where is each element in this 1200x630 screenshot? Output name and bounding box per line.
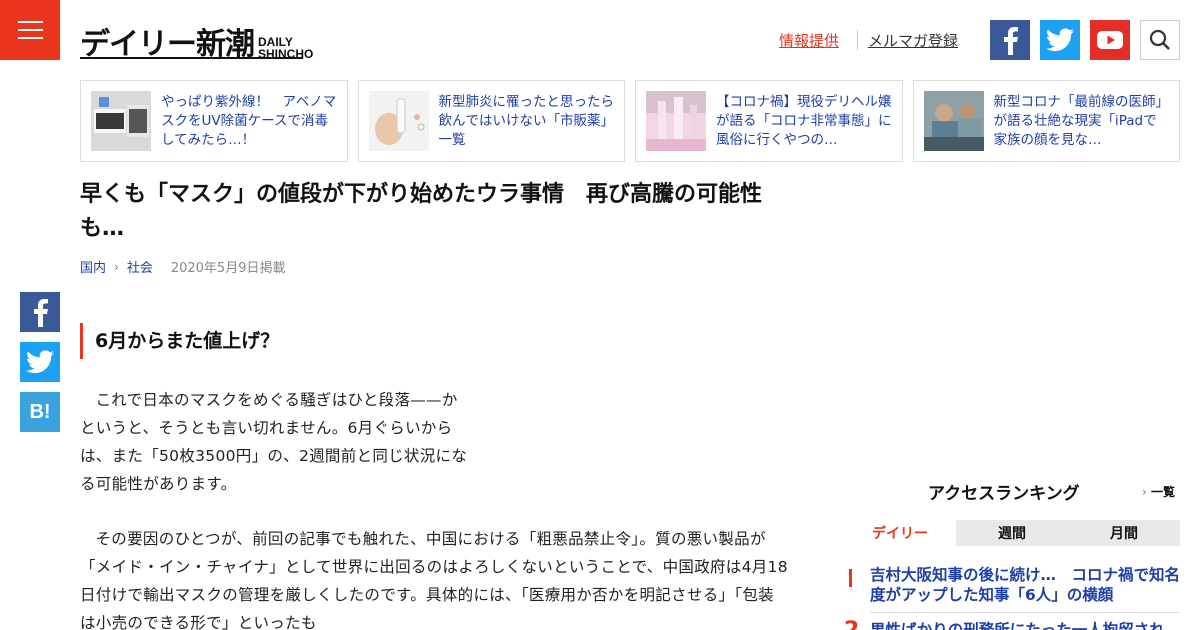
rank-number: 2 bbox=[844, 620, 859, 630]
logo-japanese: デイリー新潮 bbox=[80, 27, 255, 62]
facebook-icon bbox=[34, 299, 48, 327]
tab-daily[interactable]: デイリー bbox=[844, 520, 956, 546]
chevron-right-icon: › bbox=[114, 259, 119, 274]
hamburger-menu-button[interactable] bbox=[0, 0, 60, 60]
article-paragraph: その要因のひとつが、前回の記事でも触れた、中国における「粗悪品禁止令」。質の悪い… bbox=[80, 530, 788, 630]
tab-weekly[interactable]: 週間 bbox=[956, 520, 1068, 546]
search-icon bbox=[1149, 29, 1170, 50]
ranking-item-title: 男性ばかりの刑務所にたった一人拘留された女性 bbox=[870, 621, 1165, 630]
ranking-item[interactable]: 吉村大阪知事の後に続け… コロナ禍で知名度がアップした知事「6人」の横顔 bbox=[844, 565, 1180, 605]
related-articles: やっぱり紫外線！ アベノマスクをUV除菌ケースで消毒してみたら…！ 新型肺炎に罹… bbox=[80, 80, 1180, 162]
share-twitter-button[interactable] bbox=[20, 342, 60, 382]
share-facebook-button[interactable] bbox=[20, 292, 60, 332]
site-logo[interactable]: デイリー新潮 DAILY SHINCHO bbox=[80, 18, 313, 62]
youtube-header-button[interactable] bbox=[1090, 20, 1130, 60]
facebook-header-button[interactable] bbox=[990, 20, 1030, 60]
ranking-see-all-label: 一覧 bbox=[1150, 485, 1175, 499]
search-button[interactable] bbox=[1140, 20, 1180, 60]
header-divider bbox=[857, 30, 858, 50]
article-title: 早くも「マスク」の値段が下がり始めたウラ事情 再び高騰の可能性も… bbox=[80, 182, 763, 241]
related-article-title: 新型肺炎に罹ったと思ったら飲んではいけない「市販薬」一覧 bbox=[438, 93, 615, 148]
newsletter-signup-link[interactable]: メルマガ登録 bbox=[868, 30, 958, 51]
related-thumbnail bbox=[91, 91, 151, 151]
related-thumbnail bbox=[646, 91, 706, 151]
hatena-bookmark-icon[interactable]: B! bbox=[20, 392, 60, 432]
related-thumbnail bbox=[923, 91, 984, 151]
related-thumbnail bbox=[368, 91, 429, 151]
related-article-title: 【コロナ禍】現役デリヘル嬢が語る「コロナ非常事態」に風俗に行くやつの… bbox=[716, 93, 892, 148]
ranking-item-title: 吉村大阪知事の後に続け… コロナ禍で知名度がアップした知事「6人」の横顔 bbox=[870, 566, 1181, 604]
related-article-title: やっぱり紫外線！ アベノマスクをUV除菌ケースで消毒してみたら…！ bbox=[161, 93, 337, 148]
ranking-item[interactable]: 2 男性ばかりの刑務所にたった一人拘留された女性 bbox=[844, 620, 1180, 630]
related-article-card[interactable]: やっぱり紫外線！ アベノマスクをUV除菌ケースで消毒してみたら…！ bbox=[80, 80, 348, 162]
twitter-icon bbox=[1046, 28, 1074, 52]
info-submission-link[interactable]: 情報提供 bbox=[779, 30, 839, 51]
related-article-title: 新型コロナ「最前線の医師」が語る壮絶な現実「iPadで家族の顔を見な… bbox=[993, 93, 1170, 148]
rank-number-1 bbox=[849, 569, 852, 587]
article-subheading: 6月からまた値上げ？ bbox=[80, 323, 279, 359]
article-paragraph: これで日本のマスクをめぐる騒ぎはひと段落——かというと、そうとも言い切れません。… bbox=[80, 391, 468, 493]
twitter-icon bbox=[26, 350, 54, 374]
youtube-icon bbox=[1097, 31, 1123, 49]
breadcrumb: 国内 › 社会 2020年5月9日掲載 bbox=[80, 257, 286, 277]
breadcrumb-domestic[interactable]: 国内 bbox=[80, 257, 106, 276]
breadcrumb-society[interactable]: 社会 bbox=[127, 257, 153, 276]
related-article-card[interactable]: 【コロナ禍】現役デリヘル嬢が語る「コロナ非常事態」に風俗に行くやつの… bbox=[635, 80, 903, 162]
chevron-right-icon: › bbox=[1142, 485, 1147, 499]
related-article-card[interactable]: 新型肺炎に罹ったと思ったら飲んではいけない「市販薬」一覧 bbox=[357, 80, 625, 162]
related-article-card[interactable]: 新型コロナ「最前線の医師」が語る壮絶な現実「iPadで家族の顔を見な… bbox=[912, 80, 1180, 162]
ranking-title: アクセスランキング bbox=[928, 484, 1080, 504]
twitter-header-button[interactable] bbox=[1040, 20, 1080, 60]
logo-underline bbox=[80, 57, 303, 59]
publish-date: 2020年5月9日掲載 bbox=[170, 261, 286, 276]
ranking-see-all-link[interactable]: › 一覧 bbox=[1142, 483, 1175, 500]
ranking-divider bbox=[870, 612, 1180, 613]
ranking-tabs: デイリー 週間 月間 bbox=[844, 520, 1180, 546]
tab-monthly[interactable]: 月間 bbox=[1068, 520, 1180, 546]
facebook-icon bbox=[1004, 27, 1018, 55]
